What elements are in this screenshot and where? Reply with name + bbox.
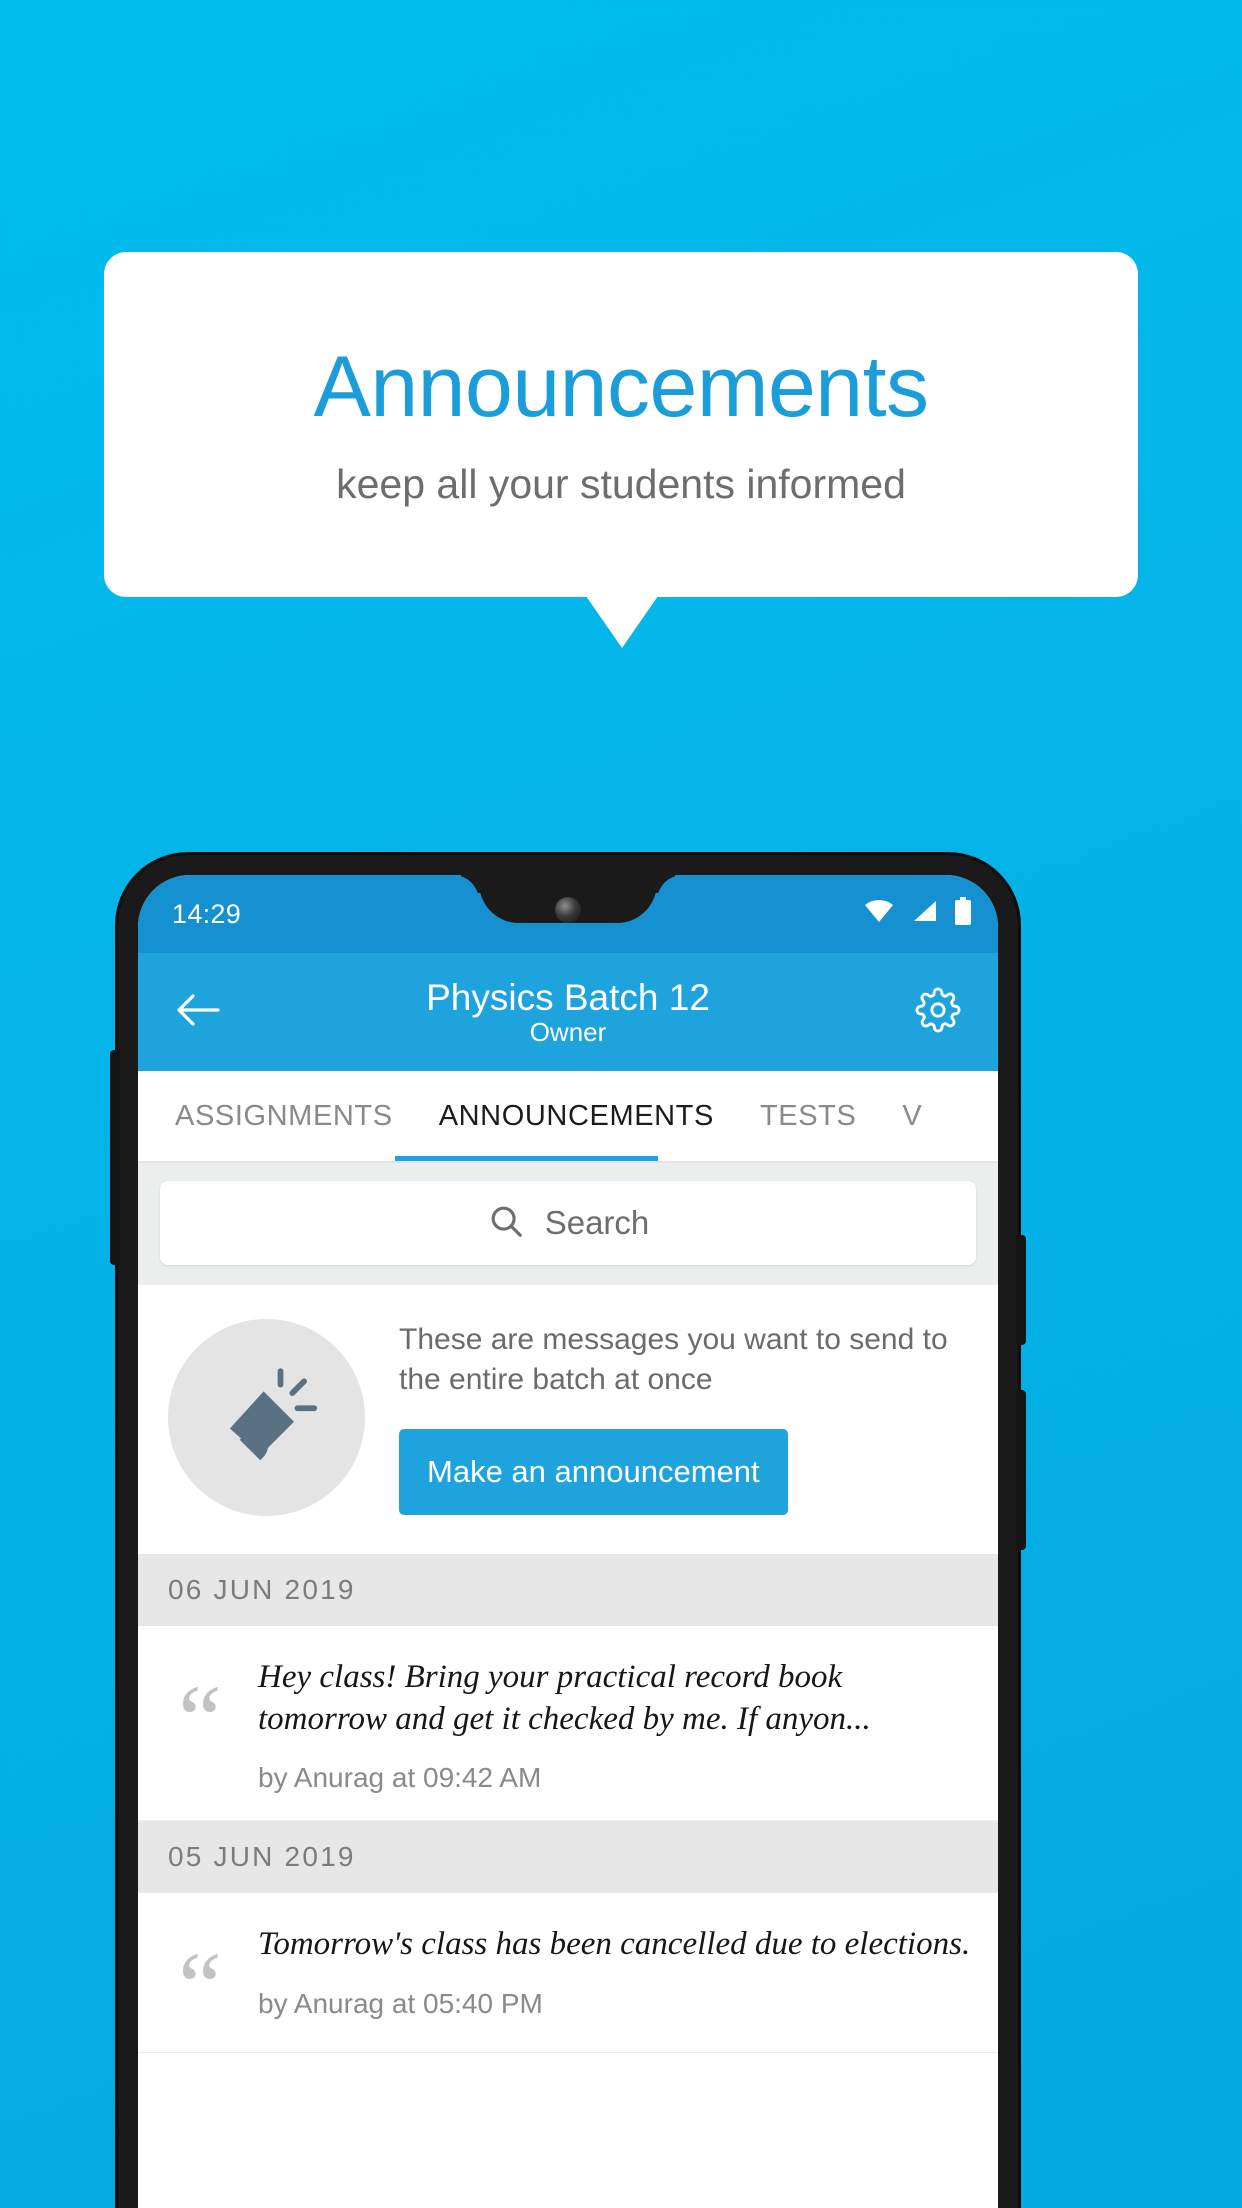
status-bar-clock: 14:29 [172,898,242,929]
announcement-text: Tomorrow's class has been cancelled due … [258,1926,971,1963]
date-header: 06 JUN 2019 [138,1554,998,1626]
tab-bar[interactable]: ASSIGNMENTS ANNOUNCEMENTS TESTS V [138,1071,998,1163]
search-input[interactable]: Search [160,1181,976,1265]
front-camera [555,897,581,923]
tab-announcements[interactable]: ANNOUNCEMENTS [416,1071,737,1161]
page-subtitle: keep all your students informed [336,461,906,507]
tab-tests[interactable]: TESTS [737,1071,879,1161]
promo-content: These are messages you want to send to t… [399,1320,968,1516]
announcement-text: Hey class! Bring your practical record b… [258,1659,871,1738]
announcement-meta: by Anurag at 05:40 PM [258,1987,543,2019]
announcement-body: Hey class! Bring your practical record b… [258,1656,972,1794]
make-announcement-button[interactable]: Make an announcement [399,1429,788,1516]
active-tab-indicator [395,1156,658,1161]
megaphone-icon [213,1361,321,1474]
announcement-promo-card: These are messages you want to send to t… [138,1285,998,1554]
tab-assignments[interactable]: ASSIGNMENTS [152,1071,416,1161]
quote-mark-icon: “ [178,1666,222,1774]
megaphone-badge [168,1319,365,1516]
app-bar-titles: Physics Batch 12 Owner [228,977,908,1048]
back-button[interactable] [168,982,228,1042]
gear-icon [915,987,961,1038]
date-header: 05 JUN 2019 [138,1821,998,1894]
status-bar: 14:29 [138,875,998,953]
settings-button[interactable] [908,982,968,1042]
announcement-meta: by Anurag at 09:42 AM [258,1762,542,1794]
batch-role: Owner [529,1017,607,1048]
phone-power-button [1016,1390,1026,1550]
phone-left-button [110,1050,120,1265]
announcement-body: Tomorrow's class has been cancelled due … [258,1923,972,2025]
page-title: Announcements [313,339,929,435]
search-section: Search [138,1163,998,1285]
promo-banner-card: Announcements keep all your students inf… [104,252,1138,597]
batch-title: Physics Batch 12 [426,976,710,1018]
search-placeholder: Search [544,1204,650,1241]
signal-icon [911,899,937,930]
quote-mark-icon: “ [178,1933,222,2042]
announcement-list-item[interactable]: “ Hey class! Bring your practical record… [138,1626,998,1822]
phone-mockup: 14:29 Physics Batch 12 Owner ASSIGNMENTS… [110,855,1026,2208]
tab-more[interactable]: V [879,1071,945,1161]
search-icon [487,1202,525,1245]
phone-screen: 14:29 Physics Batch 12 Owner ASSIGNMENTS… [138,875,998,2208]
promo-description: These are messages you want to send to t… [399,1322,948,1396]
callout-tail [586,596,658,648]
back-arrow-icon [176,993,220,1032]
battery-icon [954,896,972,932]
wifi-icon [864,899,894,930]
app-bar: Physics Batch 12 Owner [138,953,998,1071]
announcement-list-item[interactable]: “ Tomorrow's class has been cancelled du… [138,1893,998,2053]
phone-volume-button [1016,1235,1026,1345]
